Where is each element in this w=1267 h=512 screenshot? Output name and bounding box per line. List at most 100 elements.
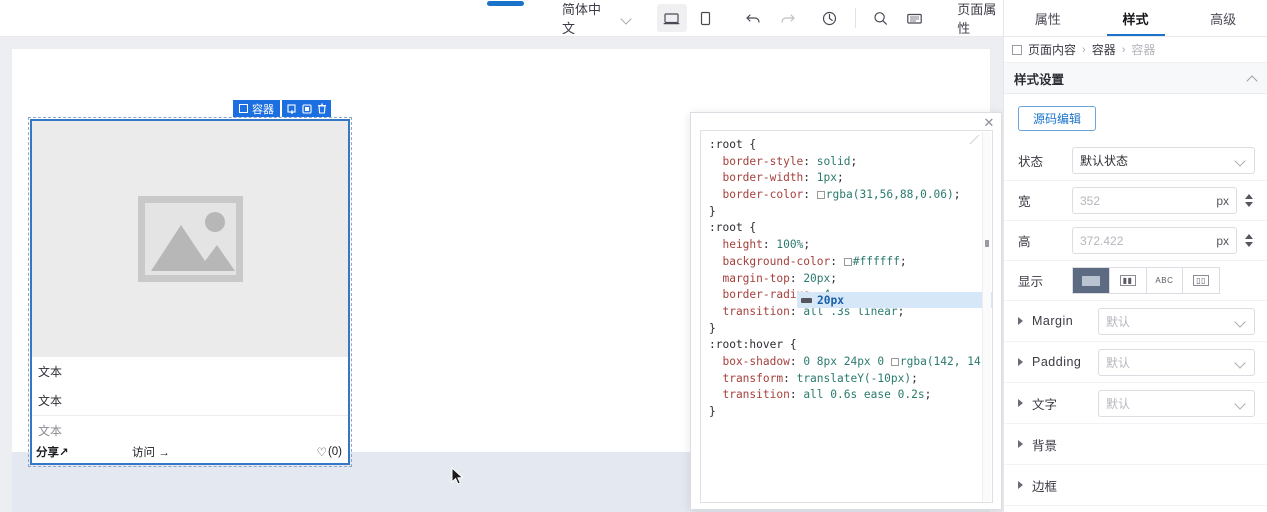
width-stepper[interactable]	[1242, 194, 1255, 207]
tab-advanced[interactable]: 高级	[1179, 0, 1267, 36]
color-swatch-icon[interactable]	[816, 191, 825, 200]
share-arrow-icon: ↗	[59, 447, 69, 459]
container-square-icon	[239, 104, 248, 113]
language-label: 简体中文	[562, 2, 602, 36]
margin-label: Margin	[1032, 314, 1074, 328]
code-token: :	[789, 354, 804, 368]
share-button[interactable]: 分享↗	[36, 444, 69, 460]
code-token: }	[709, 321, 716, 335]
card-text-row[interactable]: 文本	[32, 357, 348, 386]
code-token: border-style	[709, 154, 804, 168]
card-text-row[interactable]: 文本	[32, 415, 348, 444]
code-token: ;	[924, 388, 932, 402]
css-source-editor-panel[interactable]: ✕ :root { border-style: solid; border-wi…	[690, 112, 1002, 510]
breadcrumb-item-container-current[interactable]: 容器	[1131, 41, 1155, 58]
desktop-view-button[interactable]	[656, 4, 687, 32]
like-button[interactable]: ♡ (0)	[317, 445, 342, 459]
text-select[interactable]: 默认	[1098, 389, 1255, 417]
width-label: 宽	[1018, 195, 1031, 209]
card-text-row[interactable]: 文本	[32, 386, 348, 415]
code-editor-box[interactable]: :root { border-style: solid; border-widt…	[700, 130, 993, 503]
source-edit-button[interactable]: 源码编辑	[1018, 106, 1096, 131]
chevron-up-icon[interactable]	[1247, 75, 1257, 81]
code-content[interactable]: :root { border-style: solid; border-widt…	[709, 137, 982, 421]
display-inline-button[interactable]: ABC	[1146, 267, 1184, 294]
code-token: :	[803, 171, 817, 185]
color-swatch-icon[interactable]	[890, 357, 899, 366]
triangle-right-icon	[1018, 399, 1023, 407]
tab-properties[interactable]: 属性	[1004, 0, 1092, 36]
style-settings-header[interactable]: 样式设置	[1004, 63, 1267, 94]
color-swatch-icon[interactable]	[843, 257, 852, 266]
code-token: :root {	[709, 138, 757, 151]
code-token: :	[789, 271, 804, 285]
height-input[interactable]: 372.422 px	[1072, 227, 1237, 254]
display-flex-button[interactable]: ▯▯	[1183, 267, 1220, 294]
margin-group[interactable]: Margin 默认	[1004, 301, 1267, 342]
code-token: rgba(142, 14	[899, 354, 981, 368]
search-button[interactable]	[866, 4, 896, 32]
container-label-chip[interactable]: 容器	[233, 100, 280, 117]
breadcrumb-item-page-content[interactable]: 页面内容	[1028, 41, 1076, 58]
heart-icon: ♡	[316, 447, 327, 459]
display-inline-block-button[interactable]: ▮▮	[1109, 267, 1147, 294]
tab-styles[interactable]: 样式	[1092, 0, 1180, 36]
state-label: 状态	[1018, 155, 1044, 169]
code-token: :	[803, 188, 817, 202]
background-group[interactable]: 背景	[1004, 424, 1267, 465]
code-token: translateY(-10px)	[796, 371, 912, 385]
border-group[interactable]: 边框	[1004, 465, 1267, 506]
code-scrollbar[interactable]	[982, 132, 991, 501]
page-content-checkbox-icon[interactable]	[1012, 44, 1022, 55]
toolbar-controls: 简体中文 页面属性	[558, 0, 1003, 36]
code-line: height: 100%;	[709, 237, 982, 254]
padding-select[interactable]: 默认	[1098, 348, 1255, 376]
stepper-down-icon[interactable]	[1244, 242, 1253, 247]
history-button[interactable]	[815, 4, 845, 32]
duplicate-icon[interactable]	[301, 103, 312, 114]
chevron-down-icon	[1236, 400, 1247, 407]
container-card[interactable]: 文本 文本 文本 分享↗ 访问 → ♡ (0)	[30, 119, 350, 465]
inline-display-icon: ABC	[1155, 276, 1174, 285]
autocomplete-suggestion[interactable]: 20px	[797, 292, 992, 308]
code-token: all 0.6s ease 0.2s	[803, 388, 925, 402]
close-icon[interactable]: ✕	[982, 116, 996, 130]
height-label: 高	[1018, 235, 1031, 249]
monitor-icon	[663, 12, 680, 24]
padding-group[interactable]: Padding 默认	[1004, 342, 1267, 383]
code-button[interactable]	[899, 4, 929, 32]
stepper-down-icon[interactable]	[1244, 202, 1253, 207]
copy-icon[interactable]	[286, 103, 297, 114]
code-token: ;	[899, 254, 907, 268]
page-attributes-button[interactable]: 页面属性	[957, 0, 1003, 37]
code-token: solid	[816, 154, 851, 168]
height-stepper[interactable]	[1242, 234, 1255, 247]
stepper-up-icon[interactable]	[1244, 194, 1253, 199]
code-line: border-width: 1px;	[709, 170, 982, 187]
margin-select[interactable]: 默认	[1098, 307, 1255, 335]
code-token: 100%	[776, 238, 804, 252]
stepper-up-icon[interactable]	[1244, 234, 1253, 239]
width-input[interactable]: 352 px	[1072, 187, 1237, 214]
breadcrumb-item-container[interactable]: 容器	[1092, 41, 1116, 58]
triangle-right-icon	[1018, 317, 1023, 325]
delete-icon[interactable]	[316, 103, 327, 114]
code-scrollbar-thumb[interactable]	[985, 240, 989, 247]
state-select[interactable]: 默认状态	[1072, 147, 1255, 174]
code-token: ;	[837, 171, 844, 185]
visit-button[interactable]: 访问 →	[132, 444, 170, 460]
display-block-button[interactable]	[1072, 267, 1110, 294]
redo-button[interactable]	[772, 4, 802, 32]
card-image-placeholder[interactable]	[32, 121, 348, 357]
code-token: ;	[830, 271, 838, 285]
code-token: transform	[709, 371, 784, 385]
code-token: background-color	[709, 254, 831, 268]
code-token: ;	[850, 154, 858, 168]
text-group[interactable]: 文字 默认	[1004, 383, 1267, 424]
toolbar-divider	[854, 8, 856, 28]
mobile-view-button[interactable]	[691, 4, 721, 32]
code-token: 0 8px 24px 0	[803, 354, 891, 368]
code-token: :root {	[709, 221, 757, 235]
undo-button[interactable]	[738, 4, 768, 32]
language-selector[interactable]: 简体中文	[558, 0, 635, 37]
